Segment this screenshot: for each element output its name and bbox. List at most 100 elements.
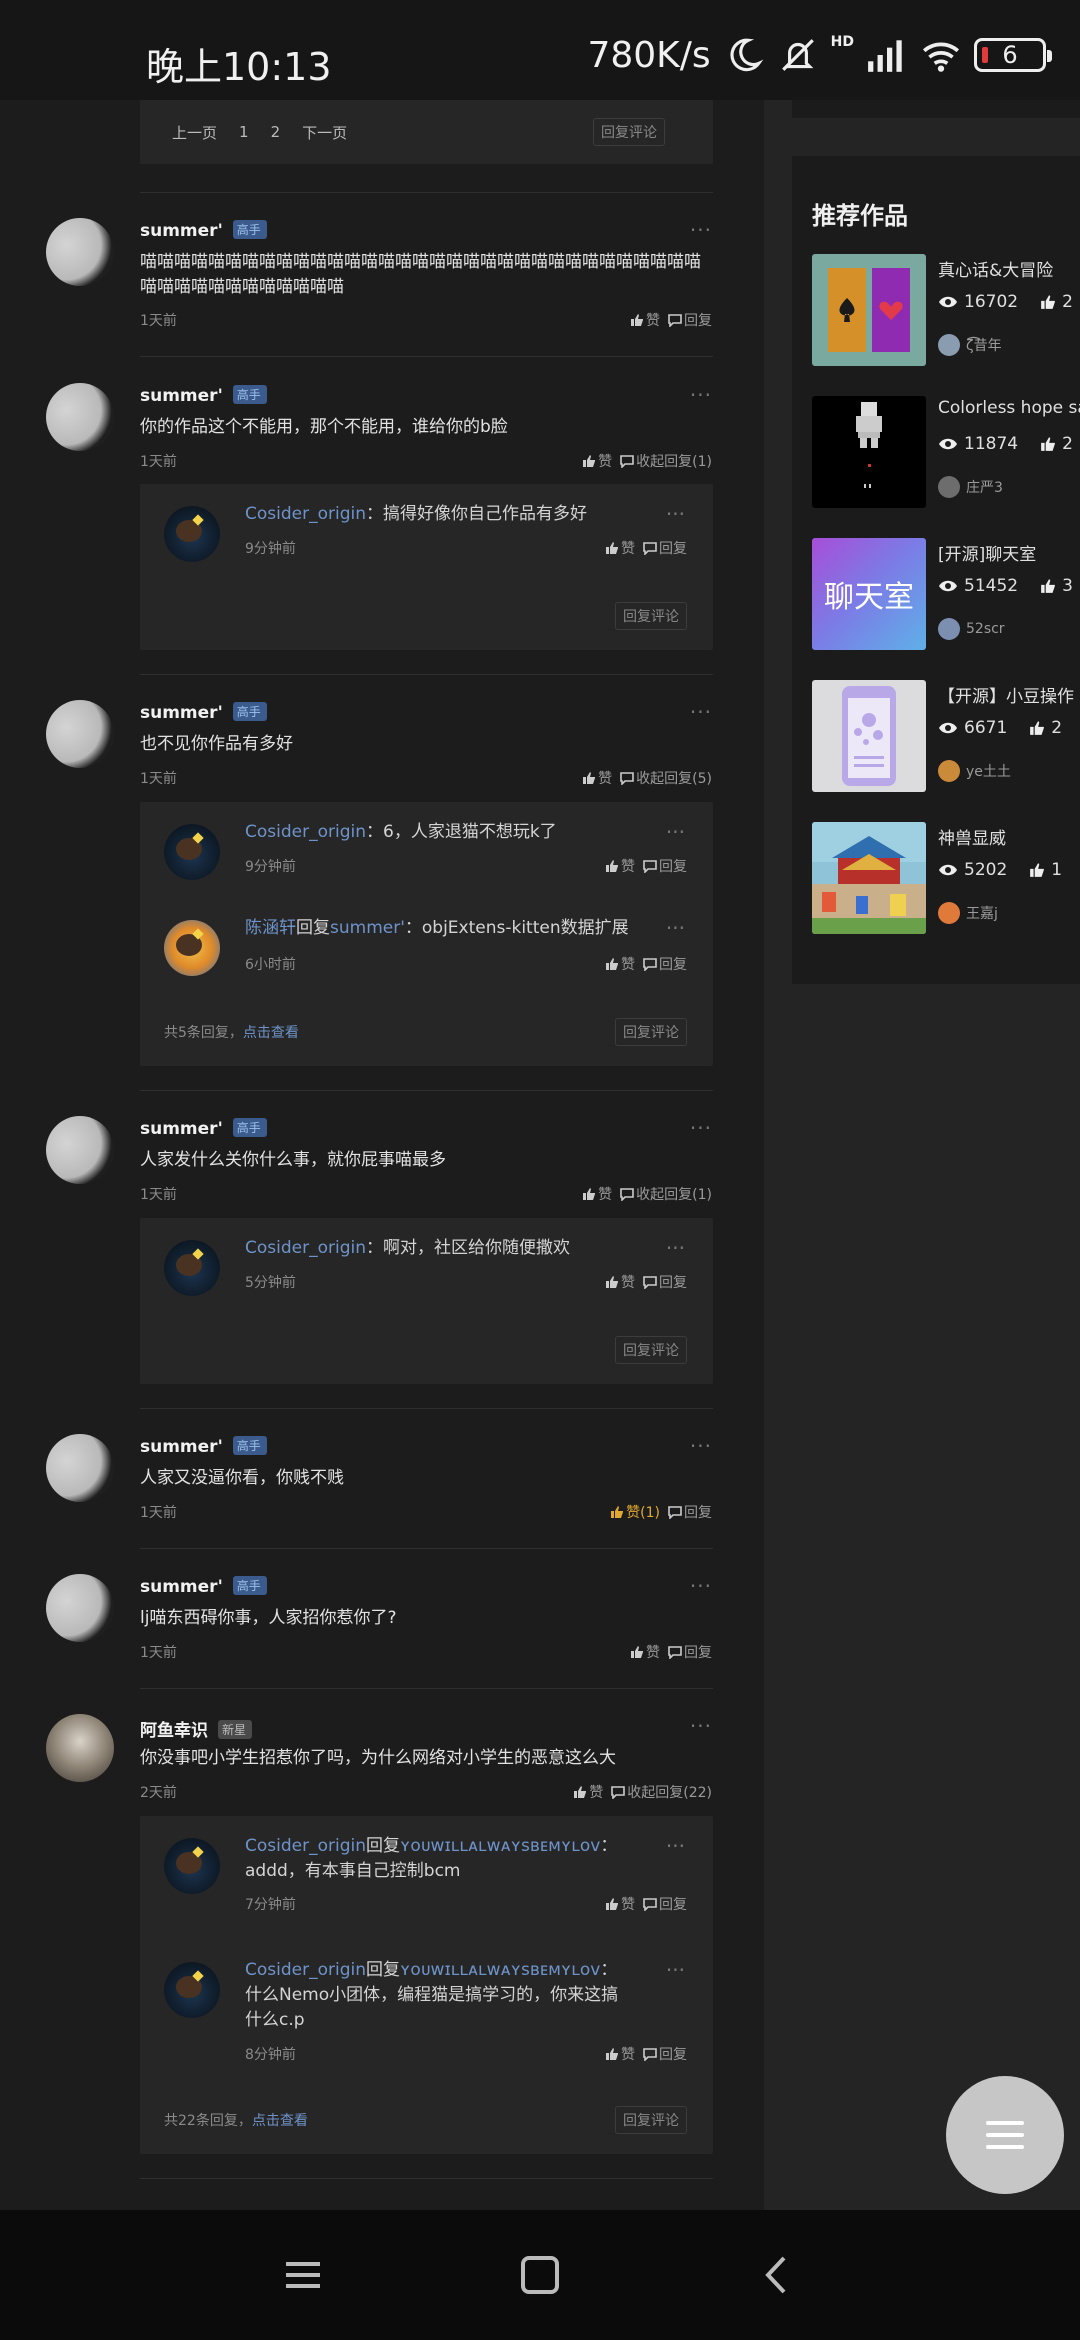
comment-author[interactable]: 阿鱼幸识 新星 [140,1716,253,1741]
reply-target-link[interactable]: summer' [330,918,405,938]
like-button[interactable]: 赞 [573,1782,603,1802]
work-author[interactable]: 王嘉j [938,902,998,924]
reply-comment-button[interactable]: 回复评论 [615,1336,687,1364]
avatar[interactable] [46,1434,114,1502]
reply-author-link[interactable]: 陈涵轩 [245,918,296,938]
work-thumbnail[interactable] [812,254,926,366]
more-options-icon[interactable]: ··· [666,1958,685,1982]
reply-avatar[interactable] [164,920,220,976]
work-thumbnail[interactable] [812,680,926,792]
work-thumbnail[interactable] [812,396,926,508]
like-button[interactable]: 赞 [605,538,635,558]
comment-author[interactable]: summer' 高手 [140,702,267,723]
more-options-icon[interactable]: ··· [690,218,712,242]
back-chevron-icon[interactable] [752,2250,802,2300]
avatar[interactable] [46,700,114,768]
reply-comment-button[interactable]: 回复评论 [615,1018,687,1046]
comment-author[interactable]: summer' 高手 [140,1118,267,1139]
work-author[interactable]: ζ͡͡͡昔年 [938,334,1002,356]
like-button[interactable]: 赞 [605,2044,635,2064]
more-options-icon[interactable]: ··· [666,1236,685,1260]
comment-author[interactable]: summer' 高手 [140,220,267,241]
work-item[interactable]: 【开源】小豆操作 6671 2 ye土土 [812,680,1080,792]
reply-avatar[interactable] [164,1838,220,1894]
reply-button[interactable]: 回复 [643,856,687,876]
comment-author[interactable]: summer' 高手 [140,1436,267,1457]
more-options-icon[interactable]: ··· [690,700,712,724]
like-button[interactable]: 赞 [582,451,612,471]
collapse-replies-button[interactable]: 收起回复(1) [620,451,712,471]
comment-list[interactable]: 上一页 1 2 下一页 回复评论 summer' 高手 ··· 喵喵喵喵喵喵喵喵喵… [0,100,764,2210]
more-options-icon[interactable]: ··· [690,383,712,407]
collapse-replies-button[interactable]: 收起回复(5) [620,768,712,788]
like-button[interactable]: 赞 [582,768,612,788]
reply-button[interactable]: 回复 [643,954,687,974]
work-thumbnail[interactable] [812,822,926,934]
reply-button[interactable]: 回复 [668,1642,712,1662]
reply-button[interactable]: 回复 [668,1502,712,1522]
reply-button[interactable]: 回复 [643,538,687,558]
reply-target-link[interactable]: ʏᴏᴜᴡɪʟʟᴀʟᴡᴀʏsʙᴇᴍʏʟᴏᴠ [400,1960,600,1980]
like-button[interactable]: 赞 [605,856,635,876]
work-item[interactable]: Colorless hope sa 11874 2 庄严3 [812,396,1080,508]
view-all-replies-link[interactable]: 点击查看 [243,1025,299,1041]
comment-time: 1天前 [140,1187,177,1203]
avatar[interactable] [46,1116,114,1184]
like-button[interactable]: 赞 [582,1184,612,1204]
work-author[interactable]: ye土土 [938,760,1011,782]
collapse-replies-button[interactable]: 收起回复(1) [620,1184,712,1204]
reply-button[interactable]: 回复 [643,2044,687,2064]
reply-avatar[interactable] [164,1962,220,2018]
like-button[interactable]: 赞 [630,1642,660,1662]
reply-avatar[interactable] [164,824,220,880]
comment-author[interactable]: summer' 高手 [140,1576,267,1597]
recent-apps-menu-icon[interactable] [278,2250,328,2300]
reply-comment-button[interactable]: 回复评论 [615,602,687,630]
floating-menu-button[interactable] [946,2076,1064,2194]
work-item[interactable]: 聊天室 [开源]聊天室 51452 3 52scr [812,538,1080,650]
reply-button[interactable]: 回复 [643,1272,687,1292]
pager-page-1[interactable]: 1 [239,123,249,141]
avatar[interactable] [46,1574,114,1642]
reply-button[interactable]: 回复 [643,1894,687,1914]
more-options-icon[interactable]: ··· [666,916,685,940]
more-options-icon[interactable]: ··· [690,1714,712,1738]
reply-author-link[interactable]: Cosider_origin [245,1238,366,1258]
pager-next[interactable]: 下一页 [302,122,347,143]
avatar[interactable] [46,383,114,451]
pager-page-2[interactable]: 2 [271,123,281,141]
more-options-icon[interactable]: ··· [690,1434,712,1458]
avatar[interactable] [46,1714,114,1782]
reply-comment-button[interactable]: 回复评论 [593,118,665,146]
reply-author-link[interactable]: Cosider_origin [245,1960,366,1980]
more-options-icon[interactable]: ··· [666,820,685,844]
more-options-icon[interactable]: ··· [666,502,685,526]
reply-button[interactable]: 回复 [668,310,712,330]
view-all-replies-link[interactable]: 点击查看 [252,2113,308,2129]
like-button[interactable]: 赞 [605,954,635,974]
like-button[interactable]: 赞 [630,310,660,330]
reply-author-link[interactable]: Cosider_origin [245,504,366,524]
more-options-icon[interactable]: ··· [690,1116,712,1140]
reply-author-link[interactable]: Cosider_origin [245,1836,366,1856]
work-author[interactable]: 庄严3 [938,476,1003,498]
avatar[interactable] [46,218,114,286]
reply-avatar[interactable] [164,1240,220,1296]
pager-prev[interactable]: 上一页 [172,122,217,143]
more-options-icon[interactable]: ··· [666,1834,685,1858]
like-button[interactable]: 赞 [605,1894,635,1914]
like-button[interactable]: 赞 [605,1272,635,1292]
work-item[interactable]: 真心话&大冒险 16702 2 ζ͡͡͡昔年 [812,254,1080,366]
reply-comment-button[interactable]: 回复评论 [615,2106,687,2134]
work-author[interactable]: 52scr [938,618,1005,640]
more-options-icon[interactable]: ··· [690,1574,712,1598]
home-square-icon[interactable] [515,2250,565,2300]
reply-author-link[interactable]: Cosider_origin [245,822,366,842]
reply-target-link[interactable]: ʏᴏᴜᴡɪʟʟᴀʟᴡᴀʏsʙᴇᴍʏʟᴏᴠ [400,1836,600,1856]
collapse-replies-button[interactable]: 收起回复(22) [611,1782,712,1802]
reply-avatar[interactable] [164,506,220,562]
like-button-liked[interactable]: 赞(1) [610,1502,660,1522]
work-item[interactable]: 神兽显威 5202 1 王嘉j [812,822,1080,934]
comment-author[interactable]: summer' 高手 [140,385,267,406]
work-thumbnail[interactable]: 聊天室 [812,538,926,650]
